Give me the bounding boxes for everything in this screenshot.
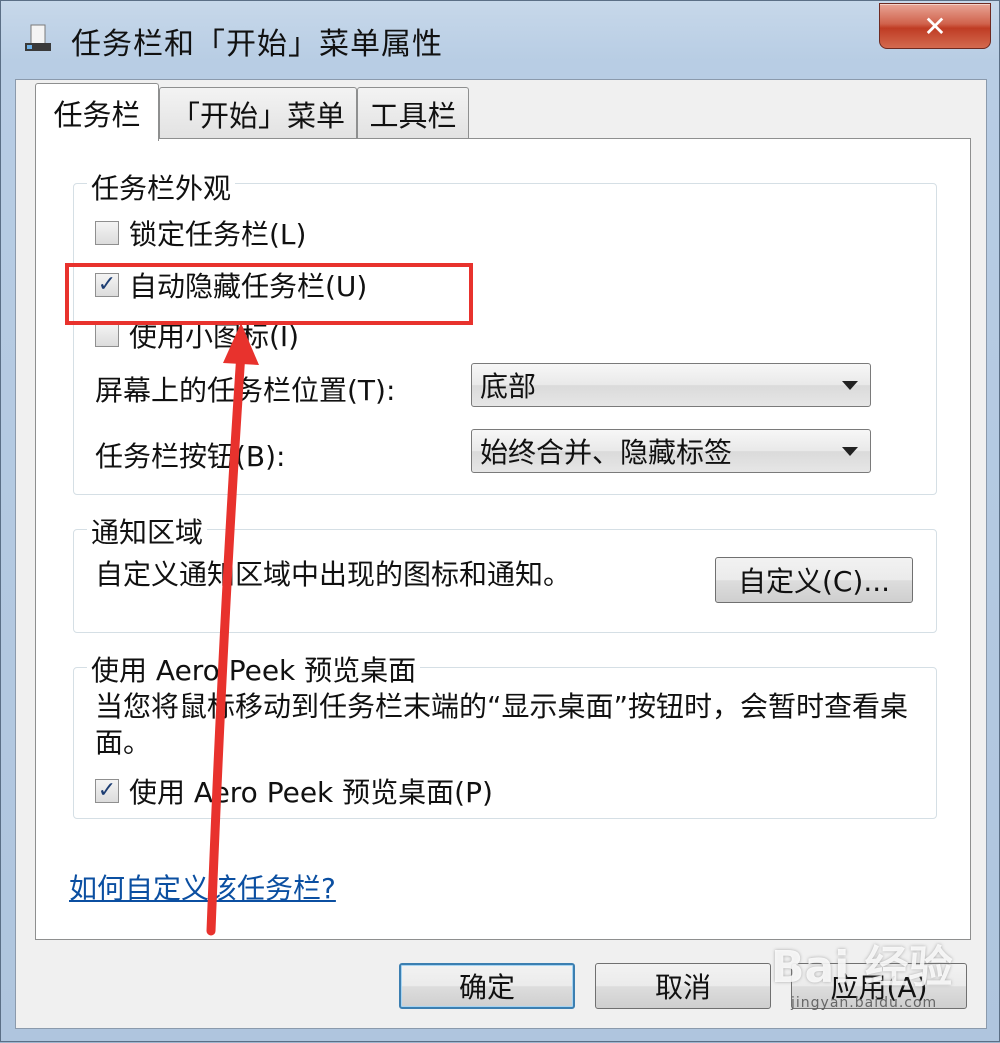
tab-start-menu[interactable]: 「开始」菜单 [159, 87, 357, 139]
position-select[interactable]: 底部 [471, 363, 871, 407]
use-peek-label: 使用 Aero Peek 预览桌面(P) [129, 776, 493, 809]
chevron-down-icon [842, 447, 858, 456]
use-peek-box[interactable]: ✓ [95, 779, 119, 803]
check-icon: ✓ [97, 778, 117, 803]
help-link[interactable]: 如何自定义该任务栏? [69, 867, 336, 907]
taskbar-app-icon [25, 24, 51, 51]
buttons-select-value: 始终合并、隐藏标签 [480, 436, 733, 469]
watermark-url: jingyan.baidu.com [791, 995, 938, 1011]
chevron-down-icon [842, 381, 858, 390]
ok-button[interactable]: 确定 [399, 963, 575, 1009]
tab-taskbar[interactable]: 任务栏 [35, 83, 159, 141]
notification-description: 自定义通知区域中出现的图标和通知。 [95, 558, 572, 591]
title-bar[interactable]: 任务栏和「开始」菜单属性 ✕ [1, 1, 1000, 79]
window-title: 任务栏和「开始」菜单属性 [71, 27, 443, 62]
close-button[interactable]: ✕ [879, 3, 991, 49]
use-peek-checkbox[interactable]: ✓ 使用 Aero Peek 预览桌面(P) [95, 771, 493, 811]
watermark-text: Bai 经验 [771, 942, 953, 993]
watermark-logo: Bai 经验 jingyan.baidu.com [771, 931, 953, 1011]
dialog-window: 任务栏和「开始」菜单属性 ✕ 任务栏 「开始」菜单 工具栏 任务栏外观 锁定任务… [0, 0, 1000, 1042]
close-icon: ✕ [923, 9, 947, 43]
position-label: 屏幕上的任务栏位置(T): [95, 374, 396, 407]
buttons-select[interactable]: 始终合并、隐藏标签 [471, 429, 871, 473]
notification-group-label: 通知区域 [87, 511, 208, 551]
appearance-group-label: 任务栏外观 [87, 167, 236, 207]
peek-description: 当您将鼠标移动到任务栏末端的“显示桌面”按钮时，会暂时查看桌面。 [95, 690, 909, 759]
cancel-button[interactable]: 取消 [595, 963, 771, 1009]
customize-button[interactable]: 自定义(C)... [715, 557, 913, 603]
peek-group-label: 使用 Aero Peek 预览桌面 [87, 649, 421, 689]
tab-toolbars[interactable]: 工具栏 [357, 87, 469, 139]
small-icons-box[interactable] [95, 323, 119, 347]
annotation-highlight-box [65, 263, 473, 325]
lock-taskbar-label: 锁定任务栏(L) [129, 218, 307, 251]
buttons-label: 任务栏按钮(B): [95, 440, 286, 473]
position-select-value: 底部 [480, 370, 537, 403]
lock-taskbar-checkbox[interactable]: 锁定任务栏(L) [95, 213, 306, 253]
lock-taskbar-box[interactable] [95, 221, 119, 245]
